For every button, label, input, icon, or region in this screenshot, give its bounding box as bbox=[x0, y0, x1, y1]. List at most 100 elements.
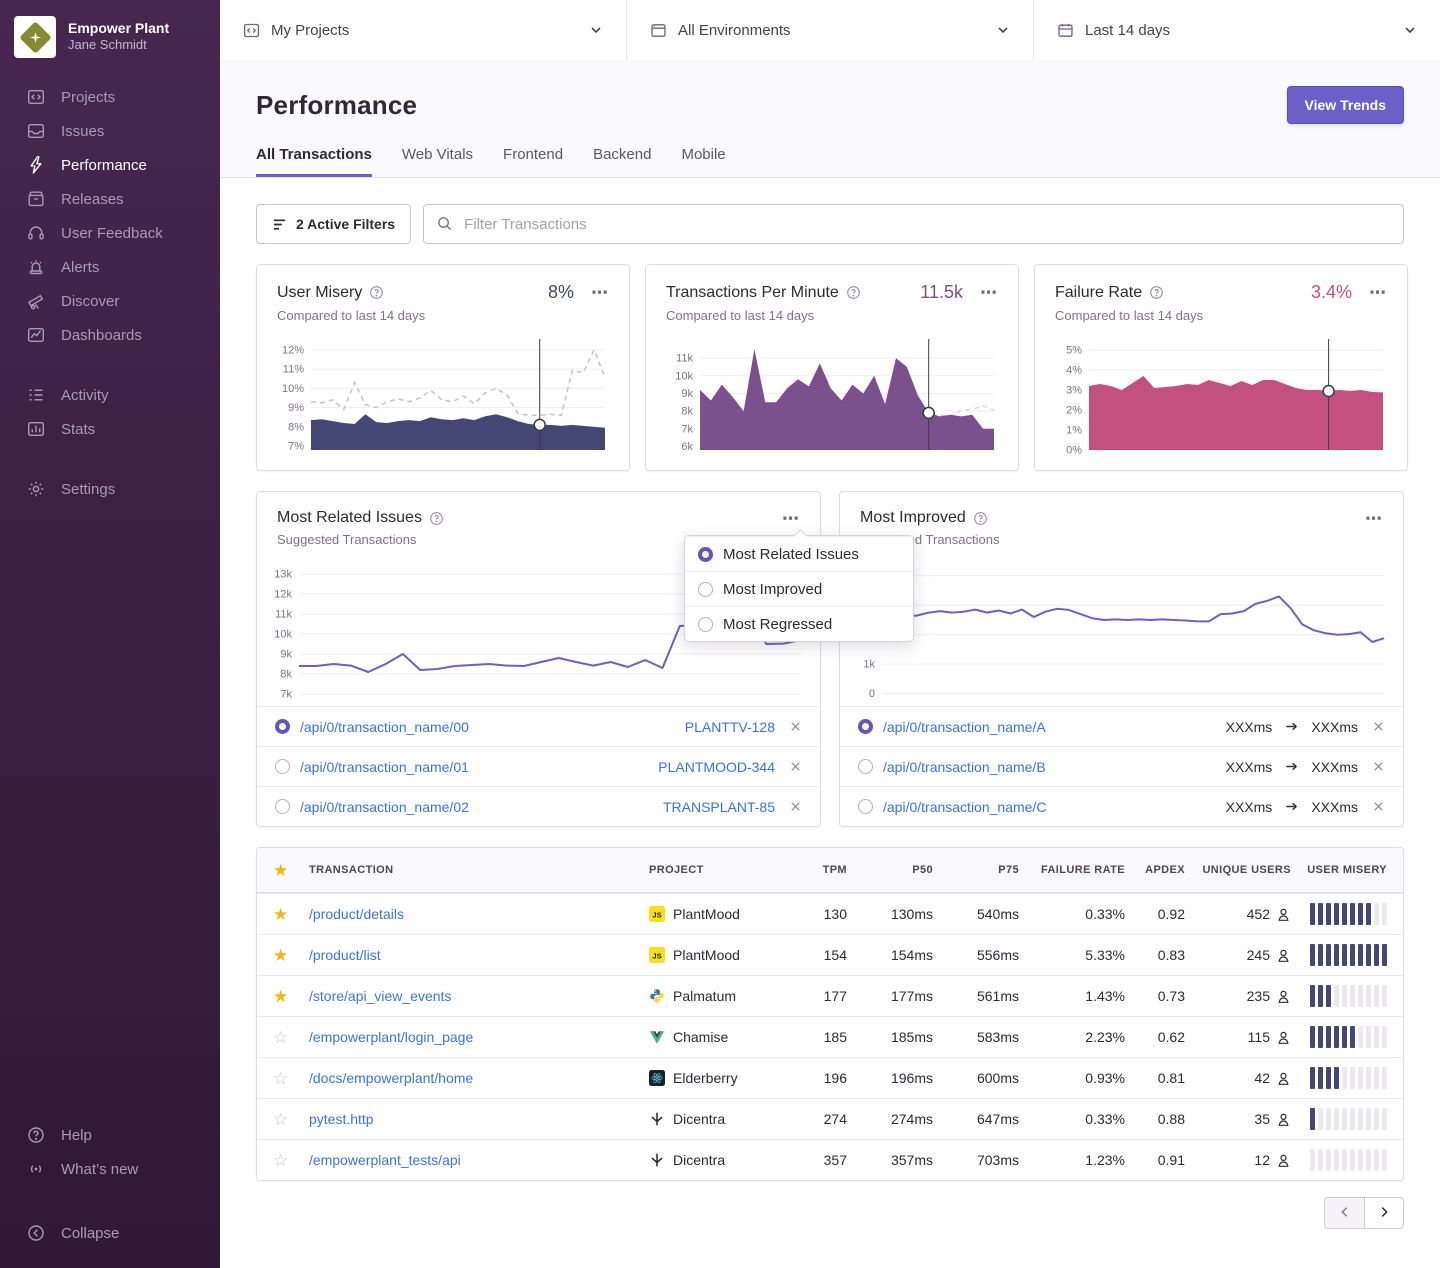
selector-all-environments[interactable]: All Environments bbox=[627, 0, 1034, 60]
selector-my-projects[interactable]: My Projects bbox=[220, 0, 627, 60]
close-icon[interactable] bbox=[789, 720, 802, 733]
pagination-prev-button[interactable] bbox=[1324, 1197, 1364, 1229]
tab-backend[interactable]: Backend bbox=[593, 146, 651, 177]
question-circle-icon[interactable] bbox=[369, 285, 384, 300]
sidebar-item-issues[interactable]: Issues bbox=[0, 114, 220, 148]
transaction-link[interactable]: /empowerplant_tests/api bbox=[309, 1152, 461, 1168]
tab-frontend[interactable]: Frontend bbox=[503, 146, 563, 177]
arrow-right-icon bbox=[1284, 799, 1299, 814]
tab-web-vitals[interactable]: Web Vitals bbox=[402, 146, 473, 177]
active-filters-button[interactable]: 2 Active Filters bbox=[256, 204, 411, 244]
transaction-link[interactable]: /empowerplant/login_page bbox=[309, 1029, 473, 1045]
close-icon[interactable] bbox=[789, 760, 802, 773]
sidebar-footer-item-collapse[interactable]: Collapse bbox=[0, 1216, 220, 1250]
transaction-link[interactable]: /store/api_view_events bbox=[309, 988, 451, 1004]
selector-last-14-days[interactable]: Last 14 days bbox=[1034, 0, 1440, 60]
issue-link[interactable]: PLANTMOOD-344 bbox=[658, 759, 775, 775]
sidebar-footer-item-what-s-new[interactable]: What’s new bbox=[0, 1152, 220, 1186]
apdex-value: 0.92 bbox=[1133, 906, 1193, 922]
transaction-radio[interactable] bbox=[858, 799, 873, 814]
card-menu-button[interactable]: ⋯ bbox=[1369, 284, 1387, 301]
sidebar-item-releases[interactable]: Releases bbox=[0, 182, 220, 216]
col-p75[interactable]: P75 bbox=[941, 864, 1027, 876]
transaction-search-input[interactable] bbox=[423, 204, 1404, 244]
card-menu-button[interactable]: ⋯ bbox=[782, 510, 800, 527]
unique-users-value: 452 bbox=[1247, 906, 1270, 922]
sidebar-item-stats[interactable]: Stats bbox=[0, 412, 220, 446]
close-icon[interactable] bbox=[1372, 760, 1385, 773]
star-toggle[interactable]: ☆ bbox=[273, 1152, 288, 1169]
menu-option-radio[interactable] bbox=[698, 582, 713, 597]
col-apdex[interactable]: APDEX bbox=[1133, 864, 1193, 876]
sidebar-item-discover[interactable]: Discover bbox=[0, 284, 220, 318]
svg-text:0%: 0% bbox=[1066, 445, 1082, 456]
col-user-misery[interactable]: USER MISERY bbox=[1299, 864, 1403, 876]
sidebar-item-projects[interactable]: Projects bbox=[0, 80, 220, 114]
transaction-radio[interactable] bbox=[275, 759, 290, 774]
transaction-link[interactable]: /product/list bbox=[309, 947, 381, 963]
menu-option-most-regressed[interactable]: Most Regressed bbox=[685, 606, 913, 641]
star-icon: ★ bbox=[273, 862, 289, 879]
menu-option-most-improved[interactable]: Most Improved bbox=[685, 571, 913, 606]
transaction-link[interactable]: /api/0/transaction_name/02 bbox=[300, 799, 469, 815]
transaction-link[interactable]: pytest.http bbox=[309, 1111, 374, 1127]
tab-all-transactions[interactable]: All Transactions bbox=[256, 146, 372, 177]
pagination-next-button[interactable] bbox=[1364, 1197, 1404, 1229]
star-toggle[interactable]: ☆ bbox=[273, 1111, 288, 1128]
col-project[interactable]: PROJECT bbox=[641, 864, 793, 876]
close-icon[interactable] bbox=[789, 800, 802, 813]
suggested-transaction-row: /api/0/transaction_name/A XXXms XXXms bbox=[840, 706, 1403, 746]
transaction-radio[interactable] bbox=[858, 719, 873, 734]
star-toggle[interactable]: ★ bbox=[273, 906, 288, 923]
transaction-link[interactable]: /docs/empowerplant/home bbox=[309, 1070, 473, 1086]
view-trends-button[interactable]: View Trends bbox=[1287, 86, 1404, 124]
card-menu-button[interactable]: ⋯ bbox=[1365, 510, 1383, 527]
sidebar-item-dashboards[interactable]: Dashboards bbox=[0, 318, 220, 352]
star-toggle[interactable]: ☆ bbox=[273, 1029, 288, 1046]
sidebar-item-activity[interactable]: Activity bbox=[0, 378, 220, 412]
col-failure-rate[interactable]: FAILURE RATE bbox=[1027, 864, 1133, 876]
org-switcher[interactable]: Empower Plant Jane Schmidt bbox=[0, 0, 220, 80]
col-p50[interactable]: P50 bbox=[855, 864, 941, 876]
col-tpm[interactable]: TPM bbox=[793, 864, 855, 876]
question-circle-icon[interactable] bbox=[429, 511, 444, 526]
transaction-link[interactable]: /api/0/transaction_name/00 bbox=[300, 719, 469, 735]
sidebar-item-performance[interactable]: Performance bbox=[0, 148, 220, 182]
transaction-radio[interactable] bbox=[858, 759, 873, 774]
transaction-radio[interactable] bbox=[275, 799, 290, 814]
menu-option-radio[interactable] bbox=[698, 547, 713, 562]
sidebar-item-alerts[interactable]: Alerts bbox=[0, 250, 220, 284]
close-icon[interactable] bbox=[1372, 800, 1385, 813]
transaction-link[interactable]: /api/0/transaction_name/01 bbox=[300, 759, 469, 775]
card-menu-button[interactable]: ⋯ bbox=[980, 284, 998, 301]
user-misery-bars bbox=[1307, 1026, 1387, 1048]
sidebar-item-settings[interactable]: Settings bbox=[0, 472, 220, 506]
star-toggle[interactable]: ★ bbox=[273, 947, 288, 964]
svg-text:11%: 11% bbox=[283, 364, 304, 376]
close-icon[interactable] bbox=[1372, 720, 1385, 733]
filter-row: 2 Active Filters bbox=[256, 204, 1404, 244]
menu-option-radio[interactable] bbox=[698, 617, 713, 632]
python-icon bbox=[649, 988, 665, 1004]
transaction-link[interactable]: /api/0/transaction_name/C bbox=[883, 799, 1046, 815]
question-circle-icon[interactable] bbox=[1149, 285, 1164, 300]
sidebar-footer-nav: Help What’s new Collapse bbox=[0, 1118, 220, 1250]
card-menu-button[interactable]: ⋯ bbox=[591, 284, 609, 301]
transaction-link[interactable]: /api/0/transaction_name/B bbox=[883, 759, 1046, 775]
transaction-link[interactable]: /api/0/transaction_name/A bbox=[883, 719, 1046, 735]
star-toggle[interactable]: ★ bbox=[273, 988, 288, 1005]
transaction-link[interactable]: /product/details bbox=[309, 906, 404, 922]
col-unique-users[interactable]: UNIQUE USERS bbox=[1193, 864, 1299, 876]
sidebar-footer-item-help[interactable]: Help bbox=[0, 1118, 220, 1152]
failure-rate-value: 0.33% bbox=[1027, 906, 1133, 922]
issue-link[interactable]: PLANTTV-128 bbox=[685, 719, 775, 735]
issue-link[interactable]: TRANSPLANT-85 bbox=[663, 799, 775, 815]
question-circle-icon[interactable] bbox=[973, 511, 988, 526]
tab-mobile[interactable]: Mobile bbox=[681, 146, 725, 177]
question-circle-icon[interactable] bbox=[846, 285, 861, 300]
star-toggle[interactable]: ☆ bbox=[273, 1070, 288, 1087]
transaction-radio[interactable] bbox=[275, 719, 290, 734]
col-transaction[interactable]: TRANSACTION bbox=[301, 864, 641, 876]
sidebar-item-user-feedback[interactable]: User Feedback bbox=[0, 216, 220, 250]
window-icon bbox=[649, 21, 668, 40]
